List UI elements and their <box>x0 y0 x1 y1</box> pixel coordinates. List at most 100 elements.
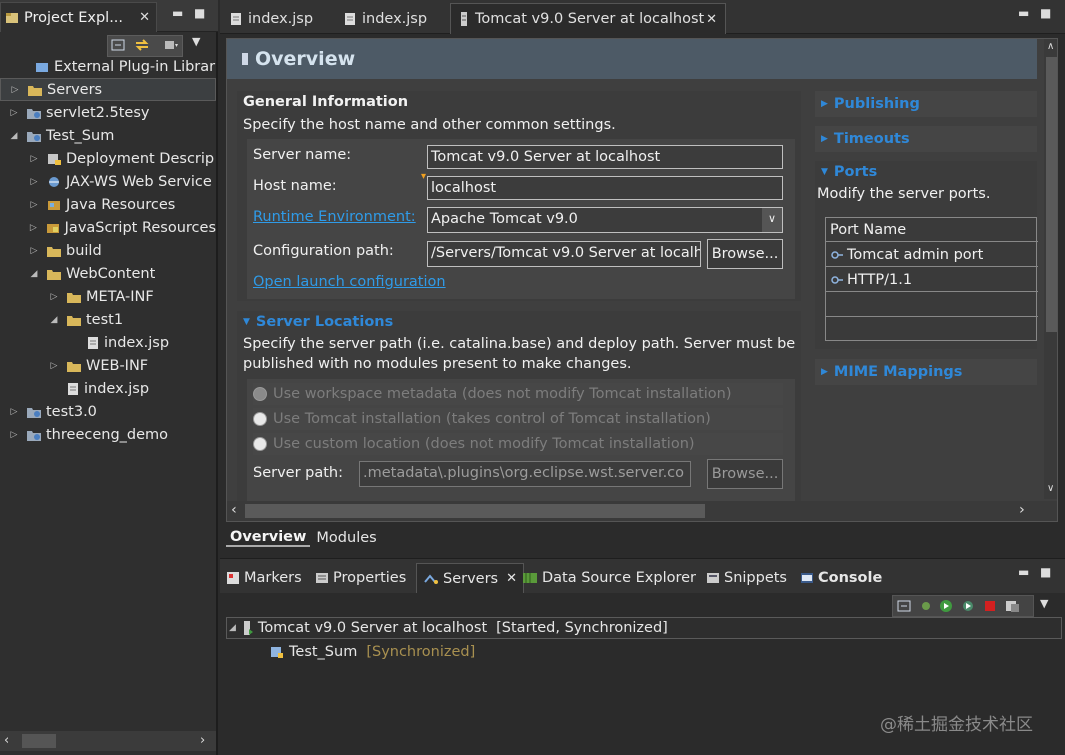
start-server-icon[interactable] <box>939 599 953 613</box>
tree-item[interactable]: ▷ Java Resources <box>0 193 216 216</box>
tree-item[interactable]: index.jsp <box>0 377 216 400</box>
scroll-down-icon[interactable]: ∨ <box>1047 483 1054 494</box>
tab-modules[interactable]: Modules <box>316 530 376 546</box>
expand-arrow-icon[interactable]: ▷ <box>8 407 20 417</box>
tab-project-explorer[interactable]: Project Expl... ✕ <box>0 2 157 32</box>
stop-server-icon[interactable] <box>983 599 997 613</box>
tab-snippets[interactable]: Snippets <box>706 563 787 593</box>
tab-index-jsp-1[interactable]: index.jsp <box>222 3 332 34</box>
tab-overview[interactable]: Overview <box>226 529 311 547</box>
view-menu-icon[interactable] <box>163 38 179 52</box>
maximize-icon[interactable]: ■ <box>1040 565 1051 579</box>
debug-server-icon[interactable] <box>919 599 933 613</box>
scroll-right-icon[interactable]: › <box>1019 502 1025 518</box>
expand-arrow-icon[interactable]: ▷ <box>48 292 60 302</box>
tab-console[interactable]: Console <box>800 563 882 593</box>
close-icon[interactable]: ✕ <box>506 571 517 586</box>
minimize-icon[interactable]: ▬ <box>1018 565 1029 579</box>
maximize-icon[interactable]: ■ <box>1040 6 1051 20</box>
web-project-icon <box>26 129 42 143</box>
runtime-environment-select[interactable]: Apache Tomcat v9.0 ∨ <box>427 207 783 233</box>
tree-item[interactable]: ◢ test1 <box>0 308 216 331</box>
table-row[interactable]: HTTP/1.1 <box>826 268 1038 292</box>
radio-custom-location[interactable]: Use custom location (does not modify Tom… <box>253 433 783 455</box>
open-launch-configuration-link[interactable]: Open launch configuration <box>253 274 446 290</box>
jsp-file-icon <box>230 12 242 26</box>
table-row[interactable]: Tomcat admin port <box>826 243 1038 267</box>
tree-item[interactable]: ▷ servlet2.5tesy <box>0 101 216 124</box>
expand-arrow-icon[interactable]: ◢ <box>229 623 236 633</box>
server-tree-row[interactable]: ◢ Tomcat v9.0 Server at localhost [Start… <box>226 617 1062 639</box>
ports-header[interactable]: ▼ Ports <box>821 164 877 180</box>
tree-item[interactable]: ▷ Deployment Descrip <box>0 147 216 170</box>
tab-label: Properties <box>333 570 407 586</box>
horizontal-scrollbar[interactable]: ‹ › <box>227 501 1057 521</box>
tree-item[interactable]: ▷ threeceng_demo <box>0 423 216 446</box>
close-icon[interactable]: ✕ <box>139 10 150 25</box>
radio-tomcat-installation[interactable]: Use Tomcat installation (takes control o… <box>253 408 783 430</box>
minimize-icon[interactable]: ▬ <box>1018 6 1029 20</box>
runtime-environment-link[interactable]: Runtime Environment: <box>253 209 416 225</box>
timeouts-section[interactable]: ▶ Timeouts <box>815 126 1037 152</box>
tree-item[interactable]: ▷ JavaScript Resources <box>0 216 216 239</box>
tab-tomcat-server[interactable]: Tomcat v9.0 Server at localhost ✕ <box>450 3 726 34</box>
expand-arrow-icon[interactable]: ▷ <box>48 361 60 371</box>
horizontal-scrollbar[interactable]: ‹ › <box>0 731 216 751</box>
tree-item[interactable]: ▷ Servers <box>0 78 216 101</box>
tree-item[interactable]: ▷ META-INF <box>0 285 216 308</box>
mime-mappings-section[interactable]: ▶ MIME Mappings <box>815 359 1037 385</box>
server-locations-section: ▼ Server Locations Specify the server pa… <box>237 311 801 511</box>
scroll-up-icon[interactable]: ∧ <box>1047 41 1054 52</box>
configuration-path-field[interactable]: /Servers/Tomcat v9.0 Server at localh <box>427 241 701 267</box>
tab-data-source-explorer[interactable]: Data Source Explorer <box>522 563 696 593</box>
expand-arrow-icon[interactable]: ◢ <box>8 131 20 141</box>
browse-button[interactable]: Browse... <box>707 239 783 269</box>
chevron-down-icon[interactable]: ▼ <box>1040 597 1048 610</box>
scroll-left-icon[interactable]: ‹ <box>4 733 9 748</box>
scroll-left-icon[interactable]: ‹ <box>231 502 237 518</box>
maximize-icon[interactable]: ■ <box>194 6 205 20</box>
tab-servers[interactable]: Servers ✕ <box>416 563 525 593</box>
close-icon[interactable]: ✕ <box>706 12 717 27</box>
vertical-scrollbar[interactable]: ∧ ∨ <box>1044 39 1057 499</box>
browse-button[interactable]: Browse... <box>707 459 783 489</box>
expand-arrow-icon[interactable]: ▷ <box>8 108 20 118</box>
expand-arrow-icon[interactable]: ▷ <box>28 223 39 233</box>
expand-arrow-icon[interactable]: ▷ <box>28 177 40 187</box>
tree-item[interactable]: ▷ test3.0 <box>0 400 216 423</box>
publishing-section[interactable]: ▶ Publishing <box>815 91 1037 117</box>
tab-index-jsp-2[interactable]: index.jsp <box>336 3 446 34</box>
chevron-down-icon[interactable]: ∨ <box>762 208 782 232</box>
profile-server-icon[interactable] <box>961 599 975 613</box>
minimize-icon[interactable]: ▬ <box>172 6 183 20</box>
tree-item[interactable]: index.jsp <box>0 331 216 354</box>
tree-item[interactable]: ◢ WebContent <box>0 262 216 285</box>
expand-arrow-icon[interactable]: ▷ <box>8 430 20 440</box>
expand-arrow-icon[interactable]: ◢ <box>48 315 60 325</box>
expand-arrow-icon[interactable]: ▷ <box>28 246 40 256</box>
tree-item[interactable]: External Plug-in Librarie <box>0 55 216 78</box>
tree-item[interactable]: ▷ WEB-INF <box>0 354 216 377</box>
collapse-all-icon[interactable] <box>111 38 125 52</box>
radio-workspace-metadata[interactable]: Use workspace metadata (does not modify … <box>253 383 783 405</box>
expand-arrow-icon[interactable]: ▷ <box>28 154 40 164</box>
tree-item[interactable]: ▷ build <box>0 239 216 262</box>
collapse-all-icon[interactable] <box>897 599 911 613</box>
link-with-editor-icon[interactable] <box>134 38 150 52</box>
expand-arrow-icon[interactable]: ▷ <box>28 200 40 210</box>
server-locations-header[interactable]: ▼ Server Locations <box>243 314 393 330</box>
publish-icon[interactable] <box>1005 599 1021 613</box>
expand-arrow-icon[interactable]: ◢ <box>28 269 40 279</box>
scroll-right-icon[interactable]: › <box>200 733 205 748</box>
host-name-field[interactable]: localhost <box>427 176 783 200</box>
expand-arrow-icon[interactable]: ▷ <box>9 85 21 95</box>
tab-properties[interactable]: Properties <box>315 563 406 593</box>
table-header[interactable]: Port Name <box>826 218 1038 242</box>
chevron-down-icon[interactable]: ▼ <box>192 35 200 48</box>
tree-item[interactable]: ◢ Test_Sum <box>0 124 216 147</box>
tab-markers[interactable]: Markers <box>226 563 302 593</box>
tree-item[interactable]: ▷ JAX-WS Web Service <box>0 170 216 193</box>
server-path-field[interactable]: .metadata\.plugins\org.eclipse.wst.serve… <box>359 461 691 487</box>
server-name-field[interactable]: Tomcat v9.0 Server at localhost <box>427 145 783 169</box>
module-tree-row[interactable]: Test_Sum [Synchronized] <box>270 641 475 663</box>
